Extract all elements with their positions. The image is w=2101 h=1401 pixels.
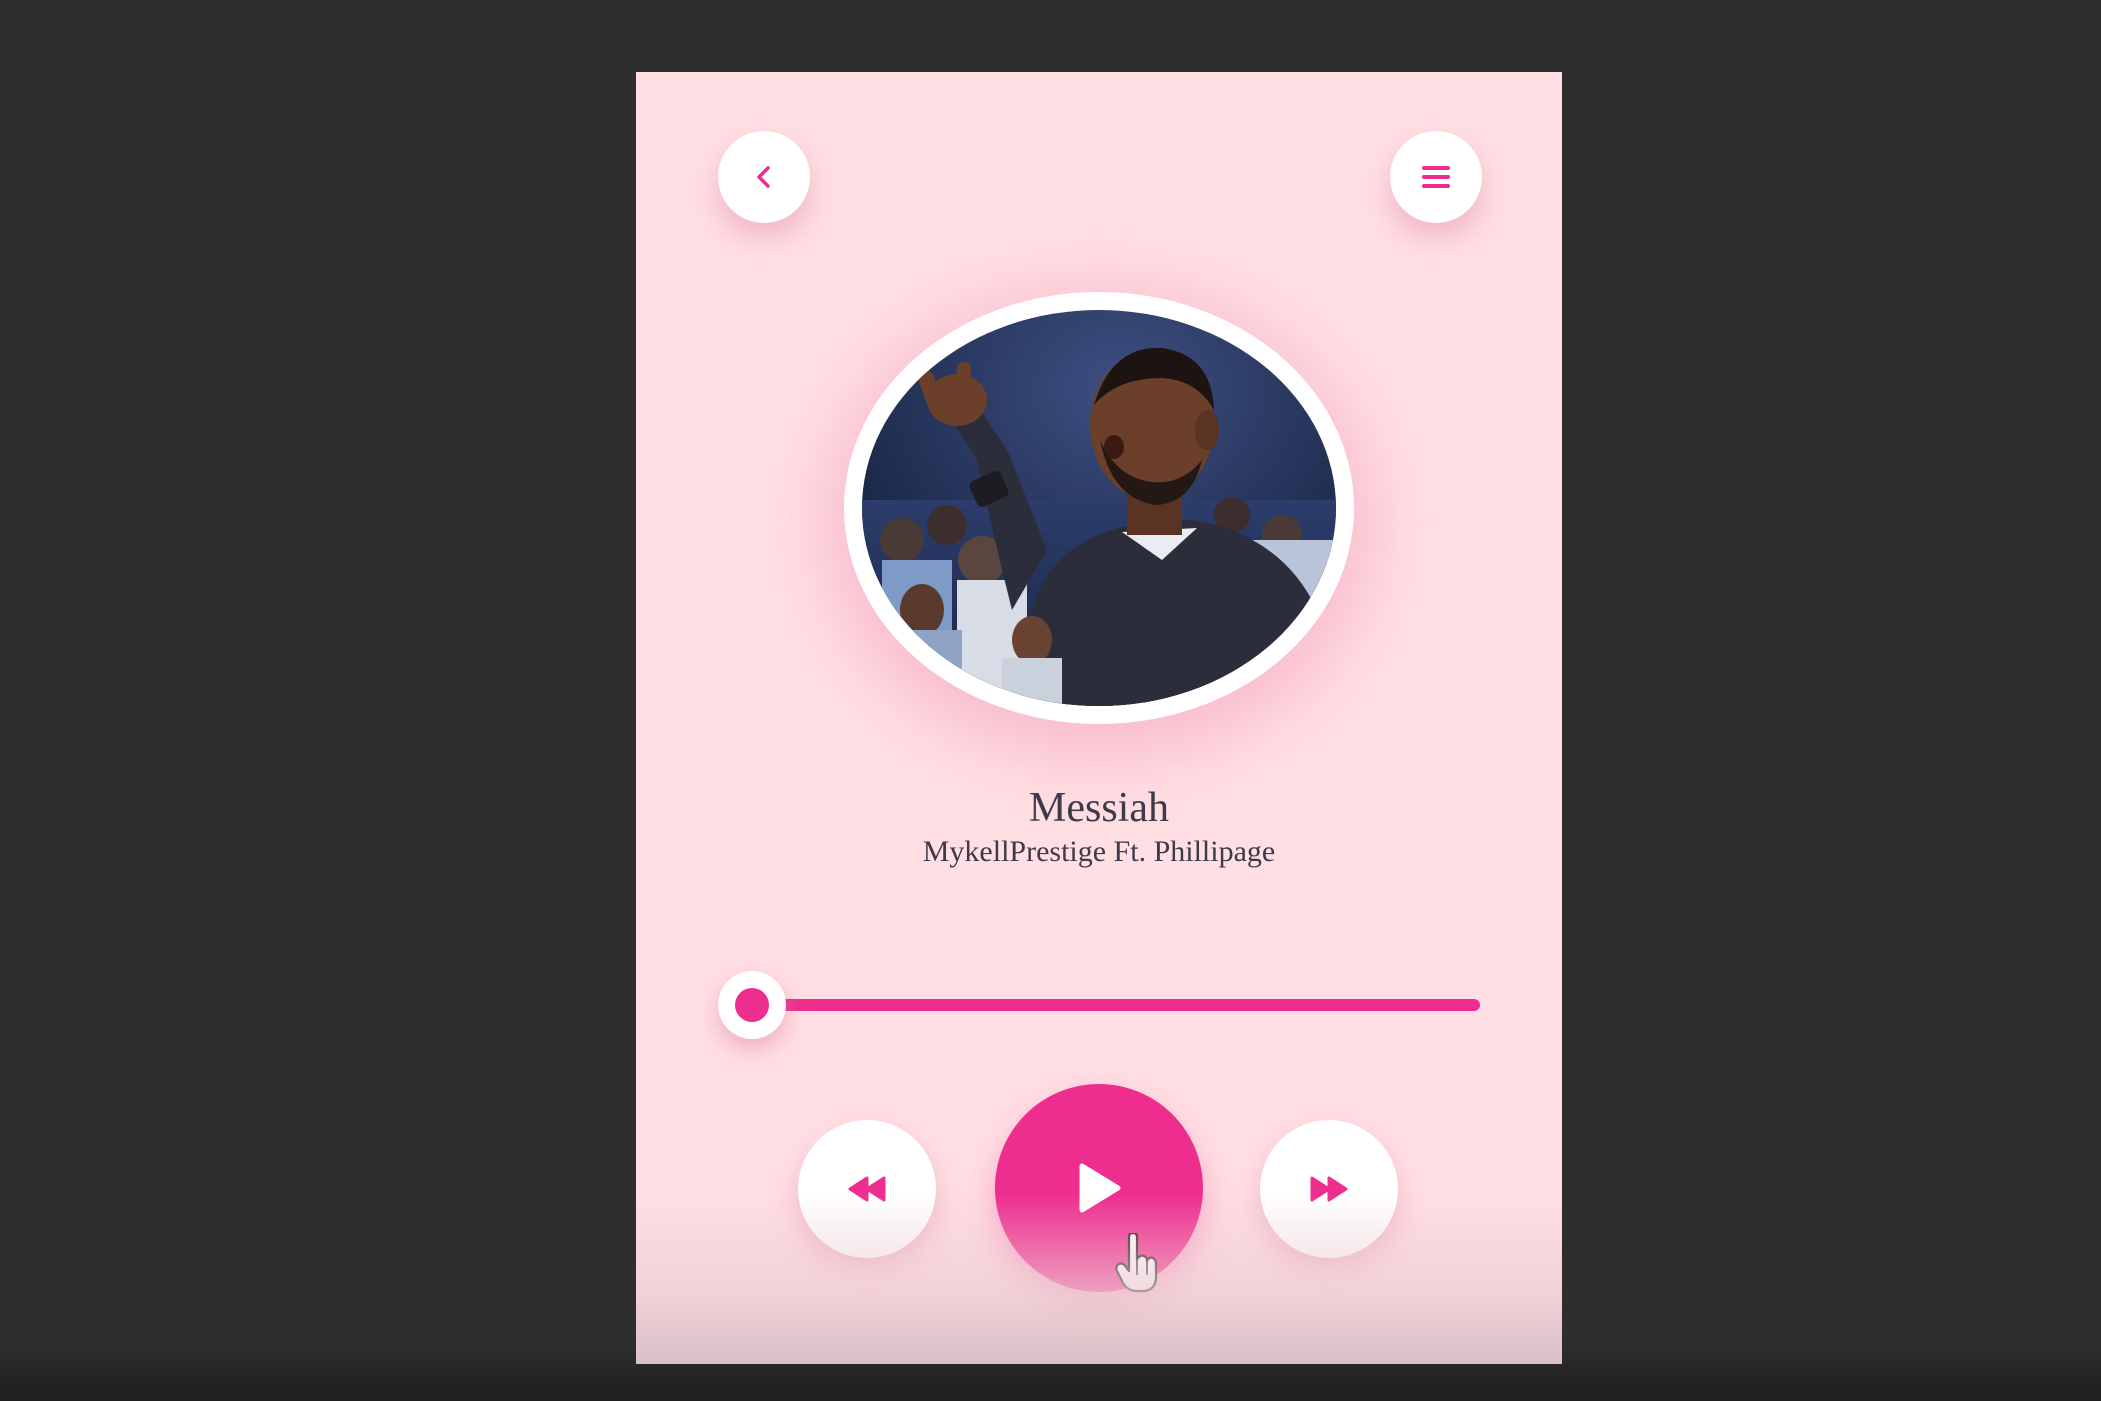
next-track-button[interactable] xyxy=(1260,1120,1398,1258)
progress-thumb[interactable] xyxy=(718,971,786,1039)
hamburger-menu-icon xyxy=(1422,166,1450,188)
play-icon xyxy=(1079,1163,1121,1213)
progress-track[interactable] xyxy=(756,999,1480,1011)
progress-slider[interactable] xyxy=(718,969,1480,1039)
previous-track-button[interactable] xyxy=(798,1120,936,1258)
music-player-card: Messiah MykellPrestige Ft. Phillipage xyxy=(636,72,1562,1364)
album-art-frame xyxy=(844,292,1354,724)
menu-button[interactable] xyxy=(1390,131,1482,223)
song-artist: MykellPrestige Ft. Phillipage xyxy=(922,835,1276,868)
fast-forward-icon xyxy=(1310,1176,1348,1202)
play-button[interactable] xyxy=(995,1084,1203,1292)
back-button[interactable] xyxy=(718,131,810,223)
album-art xyxy=(862,310,1336,706)
rewind-icon xyxy=(848,1176,886,1202)
chevron-left-icon xyxy=(757,166,770,188)
song-title: Messiah xyxy=(1029,785,1169,831)
